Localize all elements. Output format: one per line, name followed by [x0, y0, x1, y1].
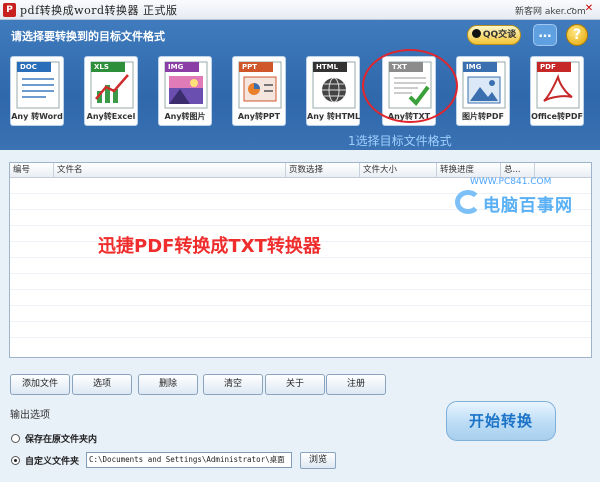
format-label: Office转PDF	[531, 112, 583, 121]
row-divider	[10, 305, 591, 306]
column-header-progress[interactable]: 转换进度	[437, 163, 501, 178]
app-window: P pdf转换成word转换器 正式版 新客网 aker.com – ✕ 请选择…	[0, 0, 600, 482]
qq-chat-label: QQ交谈	[482, 30, 517, 40]
instruction-label: 请选择要转换到的目标文件格式	[11, 30, 165, 43]
radio-custom-folder[interactable]	[11, 456, 20, 465]
row-divider	[10, 289, 591, 290]
radio-original-folder[interactable]	[11, 434, 20, 443]
format-tag: DOC	[17, 62, 49, 72]
format-label: Any转图片	[164, 112, 206, 121]
format-header: 请选择要转换到的目标文件格式 QQ交谈 … ? DOC Any 转Word XL…	[0, 20, 600, 150]
format-excel-button[interactable]: XLS Any转Excel	[84, 56, 138, 126]
site-logo-watermark: 电脑百事网	[455, 188, 587, 216]
add-file-button[interactable]: 添加文件	[10, 374, 70, 395]
format-tag: IMG	[165, 62, 197, 72]
row-divider	[10, 273, 591, 274]
column-header-filename[interactable]: 文件名	[54, 163, 286, 178]
table-header: 编号 文件名 页数选择 文件大小 转换进度 总...	[10, 163, 591, 178]
format-word-button[interactable]: DOC Any 转Word	[10, 56, 64, 126]
delete-button[interactable]: 删除	[138, 374, 198, 395]
radio-custom-folder-label[interactable]: 自定义文件夹	[25, 454, 79, 467]
output-options-label: 输出选项	[10, 410, 50, 421]
browse-button[interactable]: 浏览	[300, 452, 336, 469]
format-tag: PPT	[239, 62, 271, 72]
format-html-button[interactable]: HTML Any 转HTML	[306, 56, 360, 126]
format-tag: XLS	[91, 62, 123, 72]
column-header-pages[interactable]: 页数选择	[286, 163, 360, 178]
radio-original-folder-label[interactable]: 保存在原文件夹内	[25, 432, 97, 445]
chat-bubble-icon[interactable]: …	[533, 24, 557, 46]
format-label: 图片转PDF	[462, 112, 504, 121]
swirl-logo-icon	[455, 190, 481, 214]
row-divider	[10, 225, 591, 226]
annotation-text: 1选择目标文件格式	[348, 134, 452, 148]
column-header-size[interactable]: 文件大小	[360, 163, 437, 178]
start-convert-button[interactable]: 开始转换	[446, 401, 556, 441]
qq-penguin-icon	[471, 29, 481, 38]
format-label: Any转Excel	[86, 112, 136, 121]
options-button[interactable]: 选项	[72, 374, 132, 395]
column-header-index[interactable]: 编号	[10, 163, 54, 178]
minimize-icon[interactable]: –	[565, 3, 579, 16]
about-button[interactable]: 关于	[265, 374, 325, 395]
format-label: Any 转HTML	[307, 112, 361, 121]
annotation-circle	[362, 49, 458, 123]
format-tag: HTML	[313, 62, 345, 72]
format-tag: IMG	[463, 62, 495, 72]
format-office-to-pdf-button[interactable]: PDF Office转PDF	[530, 56, 584, 126]
pdf-app-icon: P	[3, 3, 16, 17]
site-watermark: WWW.PC841.COM	[470, 177, 552, 187]
close-icon[interactable]: ✕	[582, 3, 596, 16]
clear-button[interactable]: 清空	[203, 374, 263, 395]
row-divider	[10, 321, 591, 322]
column-header-total[interactable]: 总...	[501, 163, 535, 178]
help-icon[interactable]: ?	[566, 24, 588, 46]
format-tag: PDF	[537, 62, 569, 72]
row-divider	[10, 337, 591, 338]
qq-chat-button[interactable]: QQ交谈	[467, 25, 521, 45]
format-ppt-button[interactable]: PPT Any转PPT	[232, 56, 286, 126]
format-image-to-pdf-button[interactable]: IMG 图片转PDF	[456, 56, 510, 126]
window-title: pdf转换成word转换器 正式版	[20, 4, 178, 17]
overlay-heading: 迅捷PDF转换成TXT转换器	[98, 236, 321, 257]
output-path-field[interactable]: C:\Documents and Settings\Administrator\…	[86, 452, 292, 468]
format-label: Any 转Word	[11, 112, 63, 121]
format-label: Any转PPT	[237, 112, 281, 121]
title-bar: P pdf转换成word转换器 正式版 新客网 aker.com – ✕	[0, 0, 600, 20]
logo-text: 电脑百事网	[483, 196, 573, 216]
format-image-button[interactable]: IMG Any转图片	[158, 56, 212, 126]
register-button[interactable]: 注册	[326, 374, 386, 395]
